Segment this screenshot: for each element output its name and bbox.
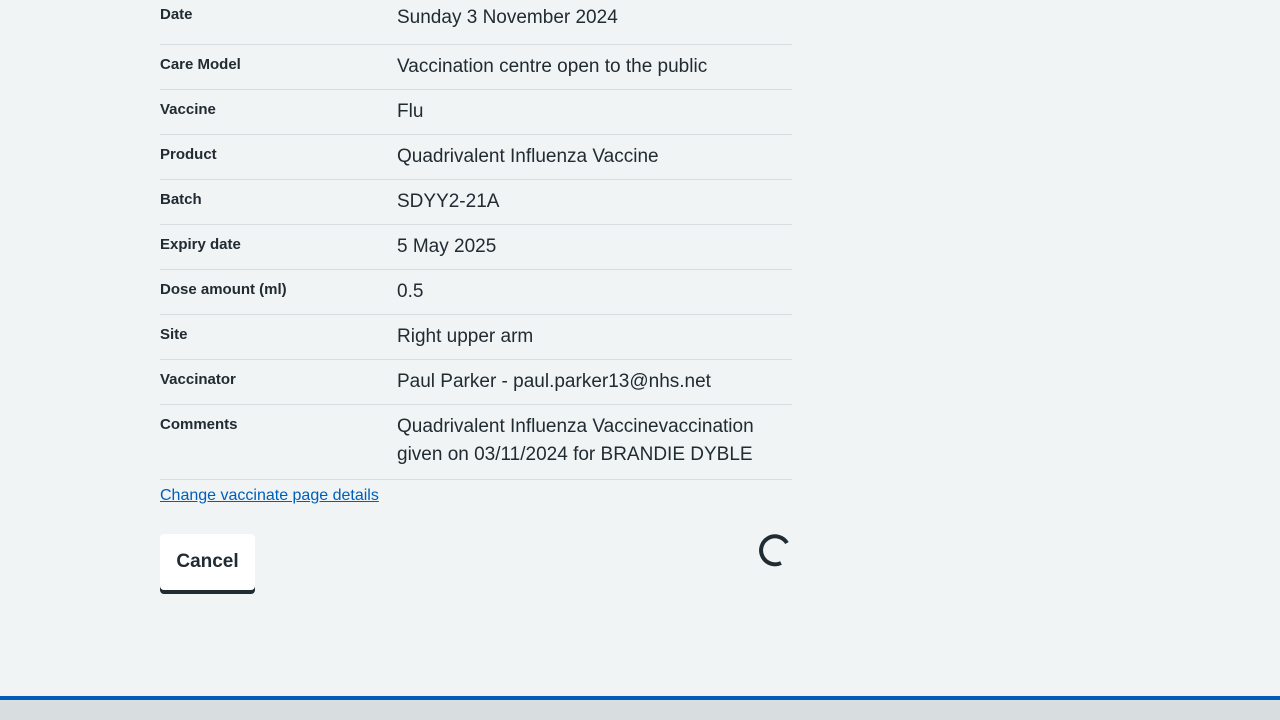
summary-value: Quadrivalent Influenza Vaccinevaccinatio… — [397, 416, 754, 465]
form-actions: Cancel — [160, 534, 792, 594]
change-vaccinate-details-link[interactable]: Change vaccinate page details — [160, 486, 379, 506]
summary-key: Site — [160, 326, 188, 343]
confirmation-content: Date Sunday 3 November 2024 Care Model V… — [160, 0, 792, 594]
summary-row-vaccinator: Vaccinator Paul Parker - paul.parker13@n… — [160, 360, 792, 405]
summary-key: Vaccinator — [160, 371, 236, 388]
summary-row-site: Site Right upper arm — [160, 315, 792, 360]
summary-value: 0.5 — [397, 281, 424, 302]
summary-value: Right upper arm — [397, 326, 534, 347]
summary-key: Vaccine — [160, 101, 216, 118]
summary-key: Dose amount (ml) — [160, 281, 287, 298]
summary-value: Quadrivalent Influenza Vaccine — [397, 146, 659, 167]
summary-value: SDYY2-21A — [397, 191, 500, 212]
summary-value: Vaccination centre open to the public — [397, 56, 708, 77]
summary-row-vaccine: Vaccine Flu — [160, 90, 792, 135]
summary-key: Batch — [160, 191, 202, 208]
summary-row-batch: Batch SDYY2-21A — [160, 180, 792, 225]
summary-key: Comments — [160, 416, 238, 433]
summary-value: Flu — [397, 101, 424, 122]
summary-row-care-model: Care Model Vaccination centre open to th… — [160, 45, 792, 90]
summary-key: Expiry date — [160, 236, 241, 253]
summary-value: Sunday 3 November 2024 — [397, 7, 618, 28]
summary-row-dose-amount: Dose amount (ml) 0.5 — [160, 270, 792, 315]
summary-key: Product — [160, 146, 217, 163]
loading-spinner-icon — [759, 534, 789, 567]
summary-row-comments: Comments Quadrivalent Influenza Vaccinev… — [160, 405, 792, 480]
cancel-button[interactable]: Cancel — [160, 534, 255, 590]
summary-key: Date — [160, 6, 193, 23]
summary-row-expiry-date: Expiry date 5 May 2025 — [160, 225, 792, 270]
summary-list: Date Sunday 3 November 2024 Care Model V… — [160, 0, 792, 480]
summary-key: Care Model — [160, 56, 241, 73]
summary-row-product: Product Quadrivalent Influenza Vaccine — [160, 135, 792, 180]
footer — [0, 700, 1280, 720]
summary-value: 5 May 2025 — [397, 236, 497, 257]
summary-value: Paul Parker - paul.parker13@nhs.net — [397, 371, 711, 392]
summary-row-date: Date Sunday 3 November 2024 — [160, 0, 792, 45]
